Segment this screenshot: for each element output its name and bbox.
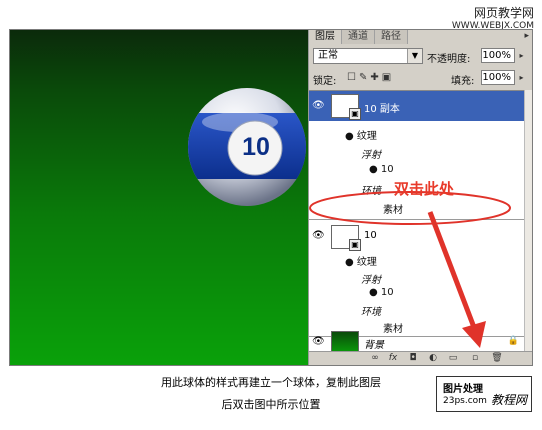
link-icon[interactable]: ∞ bbox=[369, 353, 381, 364]
billiard-ball bbox=[188, 88, 306, 206]
effect-item[interactable]: ● 10 bbox=[369, 287, 394, 298]
layer-10[interactable]: 👁 ▣ 10 bbox=[309, 222, 525, 252]
effects-title-label: 纹理 bbox=[356, 131, 377, 142]
fx-icon[interactable]: fx bbox=[387, 353, 399, 364]
blend-mode-value: 正常 bbox=[318, 50, 338, 61]
logo-line2: 教程网 bbox=[491, 393, 528, 407]
panel-tabs: 图层 通道 路径 bbox=[309, 30, 408, 44]
blend-mode-select[interactable]: 正常 ▼ bbox=[313, 48, 423, 64]
panel-bottom-bar: ∞ fx ◘ ◐ ▭ ▫ 🗑 bbox=[309, 351, 532, 365]
lock-icons[interactable]: ☐✎✚▣ bbox=[347, 72, 394, 83]
site-logo: 图片处理 23ps.com 教程网 bbox=[436, 376, 532, 412]
lock-label: 锁定: bbox=[313, 76, 337, 87]
fill-input[interactable]: 100% bbox=[481, 70, 515, 85]
layer-thumbnail: ▣ bbox=[331, 225, 361, 251]
mask-icon[interactable]: ◘ bbox=[407, 353, 419, 364]
layers-scrollbar[interactable] bbox=[524, 90, 532, 352]
layer-name: 背景 bbox=[364, 340, 384, 351]
ball-number: 10 bbox=[242, 133, 270, 161]
trash-icon[interactable]: 🗑 bbox=[491, 353, 503, 364]
effect-item[interactable]: 环境 bbox=[361, 303, 381, 318]
folder-icon[interactable]: ▭ bbox=[447, 353, 459, 364]
watermark: 网页教学网 WWW.WEBJX.COM bbox=[452, 4, 534, 31]
layer-name: 10 bbox=[364, 230, 377, 241]
opacity-arrow-icon[interactable]: ▸ bbox=[516, 48, 527, 63]
layer-10-copy[interactable]: 👁 ▣ 10 副本 bbox=[309, 91, 525, 121]
layer-style-icon: ▣ bbox=[349, 108, 361, 120]
effect-item-label: 10 bbox=[380, 164, 394, 175]
logo-url: 23ps.com bbox=[443, 396, 487, 406]
layer-divider bbox=[309, 219, 525, 220]
effect-item-extra[interactable]: 素材 bbox=[383, 201, 403, 216]
eye-icon[interactable]: 👁 bbox=[312, 101, 325, 111]
effects-title: ● 纹理 bbox=[345, 131, 377, 142]
logo-line1: 图片处理 bbox=[443, 384, 483, 395]
opacity-input[interactable]: 100% bbox=[481, 48, 515, 63]
layer-style-icon: ▣ bbox=[349, 239, 361, 251]
effects-title: ● 纹理 bbox=[345, 257, 377, 268]
fill-arrow-icon[interactable]: ▸ bbox=[516, 70, 527, 85]
tab-channels[interactable]: 通道 bbox=[342, 30, 375, 44]
effect-item[interactable]: 浮射 bbox=[361, 146, 381, 161]
tab-paths[interactable]: 路径 bbox=[375, 30, 408, 44]
layers-list: 👁 ▣ 10 副本 ● 纹理 浮射 ● 10 环境 素材 👁 ▣ 10 ● 纹理… bbox=[309, 90, 525, 353]
layer-name: 10 副本 bbox=[364, 104, 400, 115]
effects-title-label: 纹理 bbox=[356, 257, 377, 268]
effect-item[interactable]: 浮射 bbox=[361, 271, 381, 286]
document-canvas[interactable]: 10 bbox=[10, 30, 308, 365]
blend-row: 正常 ▼ 不透明度: 100% ▸ bbox=[313, 48, 529, 65]
opacity-label: 不透明度: bbox=[427, 54, 471, 65]
layer-thumbnail bbox=[331, 331, 359, 353]
fill-label: 填充: bbox=[451, 76, 475, 87]
effect-item[interactable]: ● 10 bbox=[369, 164, 394, 175]
layer-thumbnail: ▣ bbox=[331, 94, 361, 120]
lock-icon: 🔒 bbox=[507, 336, 519, 346]
new-layer-icon[interactable]: ▫ bbox=[469, 353, 481, 364]
screenshot-frame: 10 图层 通道 路径 ▸ 正常 ▼ 不透明度: 100% ▸ 锁定: ☐✎✚▣… bbox=[9, 29, 533, 366]
annotation-text: 双击此处 bbox=[394, 180, 455, 198]
chevron-down-icon[interactable]: ▼ bbox=[407, 49, 422, 63]
tab-layers[interactable]: 图层 bbox=[309, 30, 342, 44]
adjustment-icon[interactable]: ◐ bbox=[427, 353, 439, 364]
effect-item-label: 10 bbox=[380, 287, 394, 298]
effect-item[interactable]: 环境 bbox=[361, 182, 381, 197]
eye-icon[interactable]: 👁 bbox=[312, 337, 325, 347]
eye-icon[interactable]: 👁 bbox=[312, 231, 325, 241]
watermark-site: 网页教学网 bbox=[473, 6, 534, 20]
layer-background[interactable]: 👁 背景 🔒 bbox=[309, 327, 525, 353]
panel-menu-icon[interactable]: ▸ bbox=[524, 31, 529, 41]
lock-row: 锁定: ☐✎✚▣ 填充: 100% ▸ bbox=[313, 70, 529, 87]
